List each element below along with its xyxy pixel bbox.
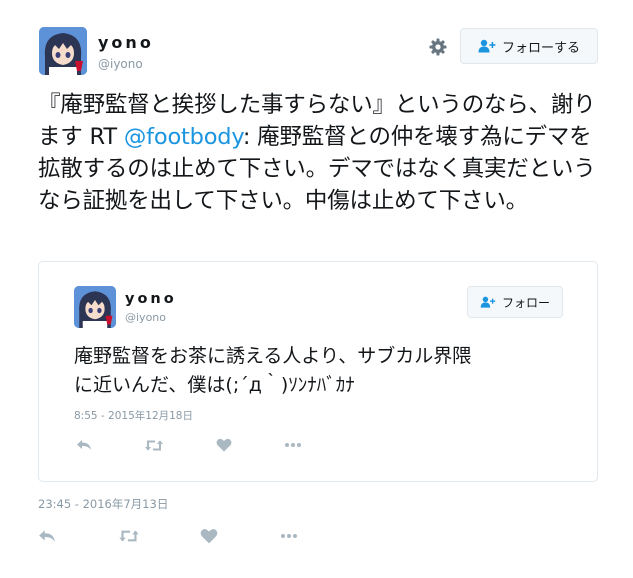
user-handle[interactable]: @iyono	[98, 57, 143, 71]
person-plus-icon	[480, 296, 496, 308]
quoted-text-line1: 庵野監督をお茶に誘える人より、サブカル界隈	[74, 345, 472, 367]
follow-label: フォローする	[501, 40, 580, 56]
heart-icon[interactable]	[215, 437, 233, 453]
quoted-follow-button[interactable]: フォロー	[467, 286, 563, 318]
quoted-text: 庵野監督をお茶に誘える人より、サブカル界隈 に近いんだ、僕は(;´д｀)ｿﾝﾅﾊ…	[74, 342, 574, 400]
retweet-icon[interactable]	[143, 437, 165, 453]
avatar[interactable]	[39, 27, 87, 75]
retweet-icon[interactable]	[117, 527, 141, 545]
tweet-timestamp[interactable]: 23:45 - 2016年7月13日	[38, 496, 168, 512]
quoted-user-handle[interactable]: @iyono	[125, 311, 166, 324]
quoted-timestamp[interactable]: 8:55 - 2015年12月18日	[74, 408, 193, 423]
quoted-follow-label: フォロー	[501, 295, 550, 310]
reply-icon[interactable]	[37, 527, 57, 545]
reply-icon[interactable]	[75, 437, 93, 453]
follow-button[interactable]: フォローする	[460, 28, 598, 64]
quoted-tweet[interactable]: yono @iyono フォロー 庵野監督をお茶に誘える人より、サブカル界隈 に…	[38, 261, 598, 482]
tweet-text: 『庵野監督と挨拶した事すらない』というのなら、謝ります RT @footbody…	[38, 89, 596, 217]
user-name[interactable]: yono	[98, 33, 154, 52]
mention-link[interactable]: @footbody	[124, 124, 243, 150]
heart-icon[interactable]	[199, 527, 219, 545]
gear-icon[interactable]	[428, 37, 448, 57]
quoted-text-line2: に近いんだ、僕は(;´д｀)ｿﾝﾅﾊﾞｶﾅ	[74, 374, 355, 396]
more-icon[interactable]	[278, 527, 300, 545]
more-icon[interactable]	[283, 437, 303, 453]
quoted-avatar[interactable]	[74, 286, 116, 328]
person-plus-icon	[478, 39, 496, 53]
quoted-user-name[interactable]: yono	[125, 291, 177, 307]
